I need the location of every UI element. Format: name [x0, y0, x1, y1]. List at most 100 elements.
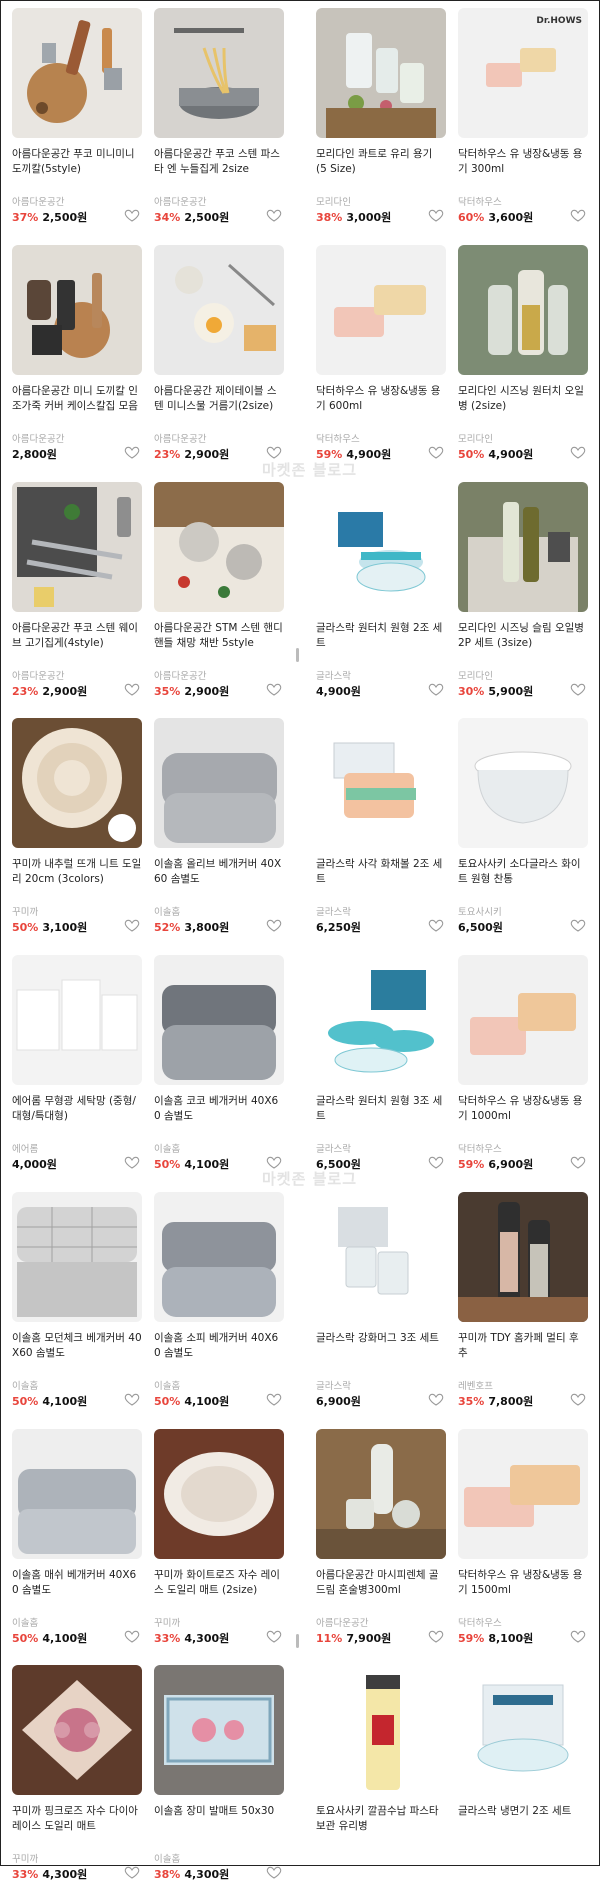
product-image[interactable] — [316, 718, 446, 848]
product-image[interactable] — [316, 955, 446, 1085]
product-image[interactable] — [458, 1665, 588, 1795]
heart-icon[interactable] — [428, 1628, 444, 1644]
product-card[interactable]: 이솔홈 매쉬 베개커버 40X60 솜별도 이솔홈 50% 4,100원 — [12, 1429, 142, 1655]
product-title[interactable]: 꾸미까 TDY 홈카페 멀티 후추 — [458, 1331, 588, 1361]
product-title[interactable]: 토요사사키 깔끔수납 파스타 보관 유리병 — [316, 1804, 446, 1834]
product-card[interactable]: 에어롬 무형광 세탁망 (중형/대형/특대형) 에어롬 4,000원 — [12, 955, 142, 1181]
product-title[interactable]: 모리다인 콰트로 유리 용기 (5 Size) — [316, 147, 446, 177]
product-title[interactable]: 닥터하우스 유 냉장&냉동 용기 300ml — [458, 147, 588, 177]
product-title[interactable]: 글라스락 강화머그 3조 세트 — [316, 1331, 446, 1346]
product-card[interactable]: 글라스락 사각 화채볼 2조 세트 글라스락 6,250원 — [316, 718, 446, 944]
product-card[interactable]: 이솔홈 장미 발매트 50x30 이솔홈 38% 4,300원 — [154, 1665, 284, 1891]
scroll-indicator[interactable] — [296, 648, 299, 662]
product-title[interactable]: 닥터하우스 유 냉장&냉동 용기 1500ml — [458, 1568, 588, 1598]
product-image[interactable] — [12, 1429, 142, 1559]
heart-icon[interactable] — [266, 207, 282, 223]
product-image[interactable] — [458, 482, 588, 612]
product-title[interactable]: 이솔홈 매쉬 베개커버 40X60 솜별도 — [12, 1568, 142, 1598]
product-image[interactable] — [458, 1192, 588, 1322]
product-card[interactable]: 꾸미까 TDY 홈카페 멀티 후추 레벤호프 35% 7,800원 — [458, 1192, 588, 1418]
product-image[interactable] — [154, 718, 284, 848]
scroll-indicator[interactable] — [296, 1634, 299, 1648]
product-title[interactable]: 아름다운공간 제이테이블 스텐 미니스물 거름기(2size) — [154, 384, 284, 414]
heart-icon[interactable] — [570, 1391, 586, 1407]
product-image[interactable] — [316, 482, 446, 612]
product-image[interactable] — [12, 245, 142, 375]
product-title[interactable]: 이솔홈 장미 발매트 50x30 — [154, 1804, 284, 1819]
product-card[interactable]: 글라스락 냉면기 2조 세트 — [458, 1665, 588, 1891]
heart-icon[interactable] — [124, 1154, 140, 1170]
heart-icon[interactable] — [428, 681, 444, 697]
product-card[interactable]: 아름다운공간 푸코 미니미니 도끼칼(5style) 아름다운공간 37% 2,500… — [12, 8, 142, 234]
product-card[interactable]: 토요사사키 깔끔수납 파스타 보관 유리병 — [316, 1665, 446, 1891]
product-card[interactable]: 꾸미까 핑크로즈 자수 다이아 레이스 도일리 매트 꾸미까 33% 4,300원 — [12, 1665, 142, 1891]
product-card[interactable]: 아름다운공간 푸코 스텐 파스타 엔 누들집게 2size 아름다운공간 34% 2,… — [154, 8, 284, 234]
product-card[interactable]: 모리다인 시즈닝 슬림 오일병 2P 세트 (3size) 모리다인 30% 5,90… — [458, 482, 588, 708]
product-title[interactable]: 글라스락 냉면기 2조 세트 — [458, 1804, 588, 1819]
product-title[interactable]: 글라스락 사각 화채볼 2조 세트 — [316, 857, 446, 887]
product-title[interactable]: 글라스락 원터치 원형 2조 세트 — [316, 621, 446, 651]
heart-icon[interactable] — [570, 1154, 586, 1170]
heart-icon[interactable] — [124, 1864, 140, 1880]
product-image[interactable] — [316, 245, 446, 375]
product-image[interactable] — [154, 1192, 284, 1322]
heart-icon[interactable] — [124, 1628, 140, 1644]
product-card[interactable]: 닥터하우스 유 냉장&냉동 용기 1500ml 닥터하우스 59% 8,100원 — [458, 1429, 588, 1655]
product-title[interactable]: 이솔홈 올리브 베개커버 40X60 솜별도 — [154, 857, 284, 887]
product-title[interactable]: 아름다운공간 푸코 스텐 웨이브 고기집게(4style) — [12, 621, 142, 651]
product-title[interactable]: 이솔홈 코코 베개커버 40X60 솜별도 — [154, 1094, 284, 1124]
product-title[interactable]: 아름다운공간 마시피렌체 골드림 혼술병300ml — [316, 1568, 446, 1598]
product-image[interactable] — [316, 1429, 446, 1559]
product-card[interactable]: 글라스락 강화머그 3조 세트 글라스락 6,900원 — [316, 1192, 446, 1418]
product-image[interactable] — [458, 718, 588, 848]
product-card[interactable]: 아름다운공간 마시피렌체 골드림 혼술병300ml 아름다운공간 11% 7,900원 — [316, 1429, 446, 1655]
heart-icon[interactable] — [570, 1628, 586, 1644]
product-title[interactable]: 이솔홈 소피 베개커버 40X60 솜별도 — [154, 1331, 284, 1361]
product-image[interactable] — [154, 245, 284, 375]
product-card[interactable]: 이솔홈 소피 베개커버 40X60 솜별도 이솔홈 50% 4,100원 — [154, 1192, 284, 1418]
heart-icon[interactable] — [124, 207, 140, 223]
heart-icon[interactable] — [428, 917, 444, 933]
product-image[interactable] — [316, 8, 446, 138]
product-image[interactable] — [458, 1429, 588, 1559]
product-image[interactable] — [12, 718, 142, 848]
product-card[interactable]: 글라스락 원터치 원형 2조 세트 글라스락 4,900원 — [316, 482, 446, 708]
heart-icon[interactable] — [428, 1391, 444, 1407]
product-card[interactable]: 닥터하우스 유 냉장&냉동 용기 600ml 닥터하우스 59% 4,900원 — [316, 245, 446, 471]
product-image[interactable] — [12, 1192, 142, 1322]
product-card[interactable]: 모리다인 시즈닝 원터치 오일병 (2size) 모리다인 50% 4,900원 — [458, 245, 588, 471]
heart-icon[interactable] — [570, 207, 586, 223]
product-card[interactable]: 이솔홈 올리브 베개커버 40X60 솜별도 이솔홈 52% 3,800원 — [154, 718, 284, 944]
heart-icon[interactable] — [428, 444, 444, 460]
product-image[interactable] — [12, 955, 142, 1085]
product-card[interactable]: 글라스락 원터치 원형 3조 세트 글라스락 6,500원 — [316, 955, 446, 1181]
heart-icon[interactable] — [266, 681, 282, 697]
product-title[interactable]: 이솔홈 모던체크 베개커버 40X60 솜별도 — [12, 1331, 142, 1361]
product-title[interactable]: 닥터하우스 유 냉장&냉동 용기 1000ml — [458, 1094, 588, 1124]
product-image[interactable] — [154, 1665, 284, 1795]
heart-icon[interactable] — [570, 917, 586, 933]
product-image[interactable]: Dr.HOWS — [458, 8, 588, 138]
product-image[interactable] — [316, 1665, 446, 1795]
product-card[interactable]: 아름다운공간 푸코 스텐 웨이브 고기집게(4style) 아름다운공간 23% 2,… — [12, 482, 142, 708]
heart-icon[interactable] — [266, 444, 282, 460]
product-title[interactable]: 아름다운공간 푸코 미니미니 도끼칼(5style) — [12, 147, 142, 177]
product-image[interactable] — [316, 1192, 446, 1322]
product-card[interactable]: 토요사사키 소다글라스 화이트 원형 찬통 토요사시키 6,500원 — [458, 718, 588, 944]
product-title[interactable]: 에어롬 무형광 세탁망 (중형/대형/특대형) — [12, 1094, 142, 1124]
product-title[interactable]: 아름다운공간 미니 도끼칼 인조가죽 커버 케이스칼집 모음 — [12, 384, 142, 414]
product-card[interactable]: 꾸미까 내추럴 뜨개 니트 도일리 20cm (3colors) 꾸미까 50% 3,… — [12, 718, 142, 944]
heart-icon[interactable] — [428, 207, 444, 223]
heart-icon[interactable] — [266, 1628, 282, 1644]
heart-icon[interactable] — [124, 1391, 140, 1407]
heart-icon[interactable] — [124, 444, 140, 460]
heart-icon[interactable] — [266, 917, 282, 933]
product-card[interactable]: 이솔홈 모던체크 베개커버 40X60 솜별도 이솔홈 50% 4,100원 — [12, 1192, 142, 1418]
product-title[interactable]: 꾸미까 화이트로즈 자수 레이스 도일리 매트 (2size) — [154, 1568, 284, 1598]
product-image[interactable] — [12, 482, 142, 612]
heart-icon[interactable] — [124, 681, 140, 697]
heart-icon[interactable] — [428, 1154, 444, 1170]
product-card[interactable]: 아름다운공간 미니 도끼칼 인조가죽 커버 케이스칼집 모음 아름다운공간 2,80… — [12, 245, 142, 471]
heart-icon[interactable] — [570, 444, 586, 460]
heart-icon[interactable] — [124, 917, 140, 933]
